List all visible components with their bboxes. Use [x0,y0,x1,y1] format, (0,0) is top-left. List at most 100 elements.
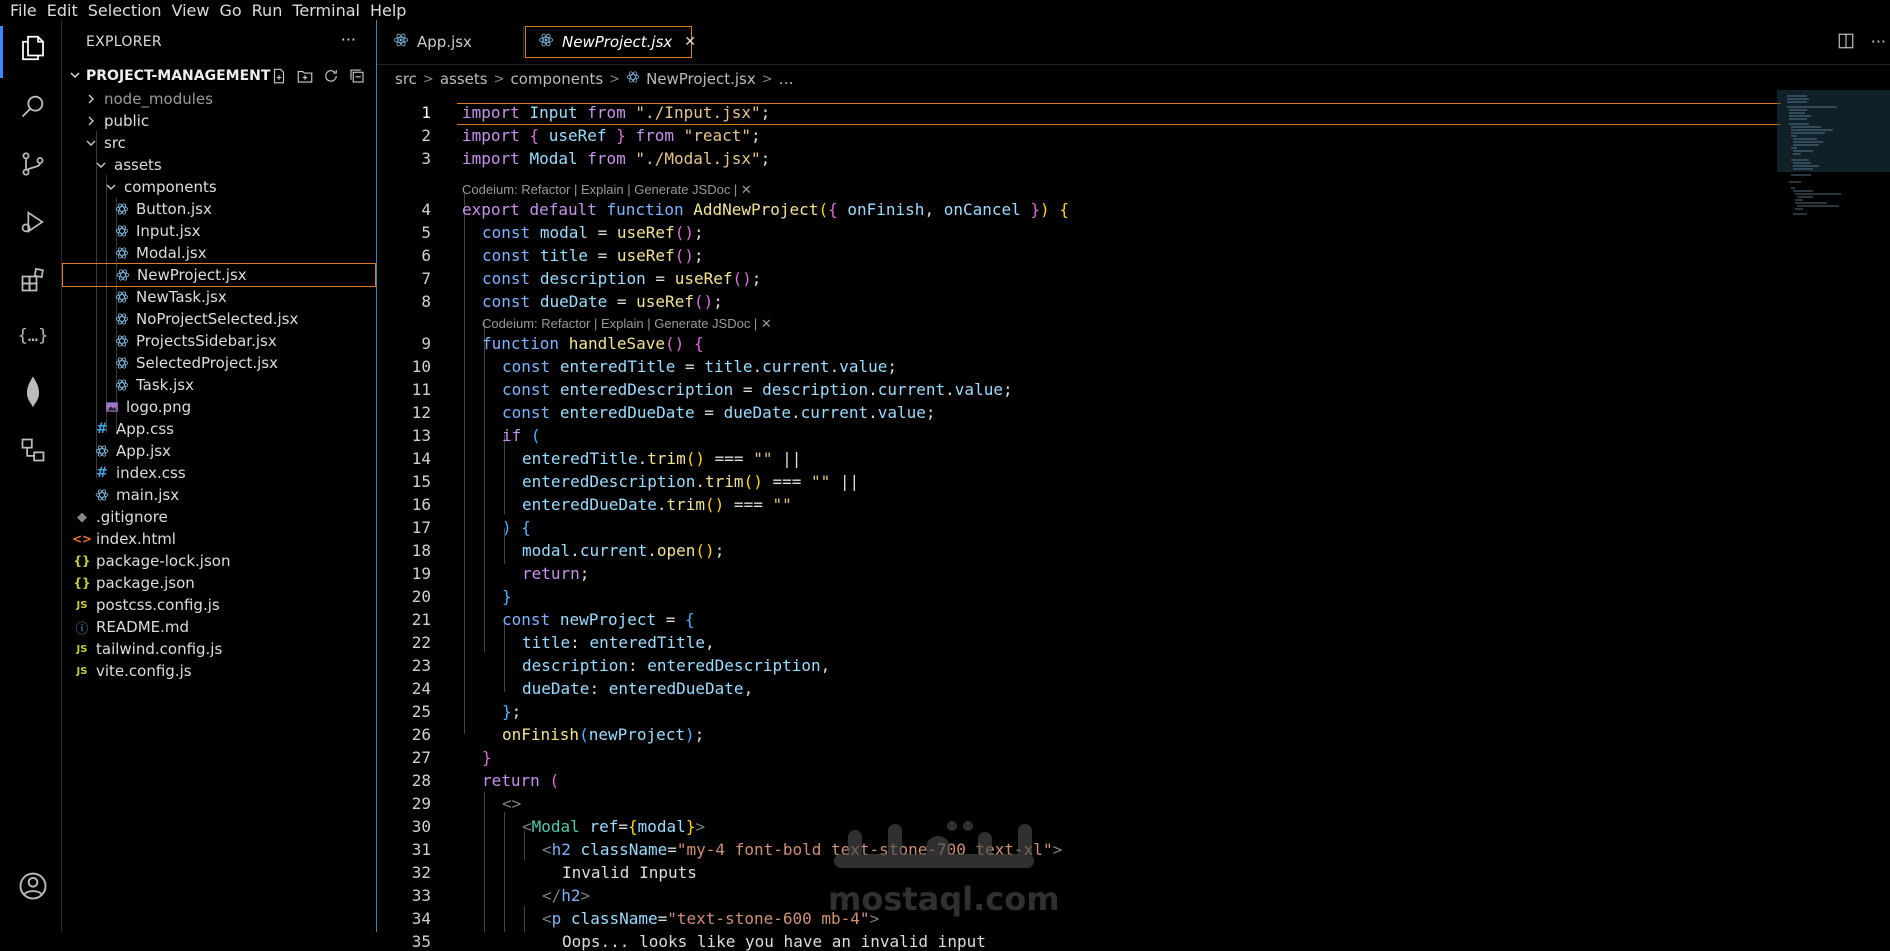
tree-item-assets[interactable]: assets [62,153,376,177]
project-header[interactable]: PROJECT-MANAGEMENT [62,65,376,87]
tree-item-task-jsx[interactable]: Task.jsx [62,373,376,397]
line-number: 34 [411,909,431,928]
tab-label: App.jsx [417,33,472,51]
remote-explorer-icon[interactable] [13,430,53,470]
tree-item-newproject-jsx[interactable]: NewProject.jsx [62,263,376,287]
code-line-19: return; [522,564,590,583]
tree-item-modal-jsx[interactable]: Modal.jsx [62,241,376,265]
breadcrumb-src[interactable]: src [395,70,417,88]
codeium-lens[interactable]: Codeium: Refactor | Explain | Generate J… [482,316,772,332]
menu-go[interactable]: Go [219,1,241,20]
tree-item-index-html[interactable]: <> index.html [62,527,376,551]
more-actions-icon[interactable]: ··· [1871,32,1886,54]
code-line-6: const title = useRef(); [482,246,704,265]
menu-run[interactable]: Run [252,1,283,20]
close-icon[interactable]: ✕ [684,34,696,50]
tree-item-node-modules[interactable]: node_modules [62,87,376,111]
css-file-icon: # [96,421,108,437]
mostaql-logo [834,821,1034,868]
line-number: 16 [411,495,431,514]
line-number: 17 [411,518,431,537]
tree-item-logo-png[interactable]: logo.png [62,395,376,419]
explorer-icon[interactable] [13,28,53,68]
minimap[interactable] [1777,90,1890,932]
tree-item-projectssidebar-jsx[interactable]: ProjectsSidebar.jsx [62,329,376,353]
tree-item-selectedproject-jsx[interactable]: SelectedProject.jsx [62,351,376,375]
run-debug-icon[interactable] [13,202,53,242]
tree-item-label: node_modules [104,90,213,108]
tree-item-label: README.md [96,618,190,636]
json-icon[interactable]: {…} [13,316,53,356]
explorer-title: EXPLORER [86,34,162,50]
tree-item-tailwind-config-js[interactable]: JS tailwind.config.js [62,637,376,661]
line-number: 10 [411,357,431,376]
tree-item-input-jsx[interactable]: Input.jsx [62,219,376,243]
tree-item-label: Input.jsx [136,222,201,240]
tree-item-button-jsx[interactable]: Button.jsx [62,197,376,221]
breadcrumb-components[interactable]: components [510,70,603,88]
tree-item-public[interactable]: public [62,109,376,133]
refresh-icon[interactable] [322,67,340,89]
tree-item-newtask-jsx[interactable]: NewTask.jsx [62,285,376,309]
tree-item-label: postcss.config.js [96,596,220,614]
tree-item-components[interactable]: components [62,175,376,199]
new-folder-icon[interactable] [296,67,314,89]
line-number: 2 [421,126,431,145]
collapse-all-icon[interactable] [348,67,366,89]
new-file-icon[interactable] [270,67,288,89]
line-number: 18 [411,541,431,560]
tree-item-postcss-config-js[interactable]: JS postcss.config.js [62,593,376,617]
tree-item-label: NoProjectSelected.jsx [136,310,299,328]
explorer-sidebar: EXPLORER ··· PROJECT-MANAGEMENT node_mod… [62,20,377,932]
line-number: 28 [411,771,431,790]
menu-file[interactable]: File [10,1,37,20]
mongodb-icon[interactable] [13,372,53,412]
indent-guide [504,812,505,932]
js-file-icon: JS [76,643,88,655]
split-editor-icon[interactable] [1837,32,1855,54]
line-number: 25 [411,702,431,721]
tree-item-label: App.jsx [116,442,171,460]
editor-area: App.jsx NewProject.jsx ✕ ··· src > asset… [377,20,1890,951]
menu-help[interactable]: Help [370,1,406,20]
tree-item-noprojectselected-jsx[interactable]: NoProjectSelected.jsx [62,307,376,331]
tree-item-readme-md[interactable]: ⓘ README.md [62,615,376,639]
line-number: 30 [411,817,431,836]
breadcrumb-file[interactable]: NewProject.jsx [646,70,756,88]
code-line-21: const newProject = { [502,610,695,629]
tab-app-jsx[interactable]: App.jsx [381,26,499,58]
code-line-30: <Modal ref={modal}> [522,817,706,836]
tree-item-label: src [104,134,126,152]
react-icon [114,312,130,326]
menu-edit[interactable]: Edit [47,1,78,20]
line-number: 3 [421,149,431,168]
account-icon[interactable] [13,866,53,906]
tree-item-gitignore[interactable]: ◆ .gitignore [62,505,376,529]
tree-item-label: components [124,178,217,196]
extensions-icon[interactable] [13,260,53,300]
breadcrumb-symbol[interactable]: … [779,70,794,88]
git-file-icon: ◆ [77,509,87,525]
search-icon[interactable] [13,86,53,126]
code-line-15: enteredDescription.trim() === "" || [522,472,860,491]
tree-item-index-css[interactable]: # index.css [62,461,376,485]
tree-item-vite-config-js[interactable]: JS vite.config.js [62,659,376,683]
tree-item-package-json[interactable]: {} package.json [62,571,376,595]
menu-view[interactable]: View [172,1,210,20]
breadcrumb-assets[interactable]: assets [440,70,488,88]
tree-item-src[interactable]: src [62,131,376,155]
codeium-lens[interactable]: Codeium: Refactor | Explain | Generate J… [462,182,752,198]
tree-item-app-jsx[interactable]: App.jsx [62,439,376,463]
menu-selection[interactable]: Selection [88,1,162,20]
code-editor[interactable]: 1 2 3 4 5 6 7 8 9 10 11 12 13 14 15 16 17 18 19 20 21 22 23 24 2… [377,90,1781,951]
explorer-more-actions[interactable]: ··· [341,30,356,49]
tree-item-package-lock-json[interactable]: {} package-lock.json [62,549,376,573]
tree-item-app-css[interactable]: # App.css [62,417,376,441]
tree-item-main-jsx[interactable]: main.jsx [62,483,376,507]
image-file-icon [104,400,120,414]
tab-newproject-jsx[interactable]: NewProject.jsx ✕ [525,26,696,58]
css-file-icon: # [96,465,108,481]
source-control-icon[interactable] [13,144,53,184]
tree-item-label: .gitignore [96,508,168,526]
menu-terminal[interactable]: Terminal [292,1,360,20]
